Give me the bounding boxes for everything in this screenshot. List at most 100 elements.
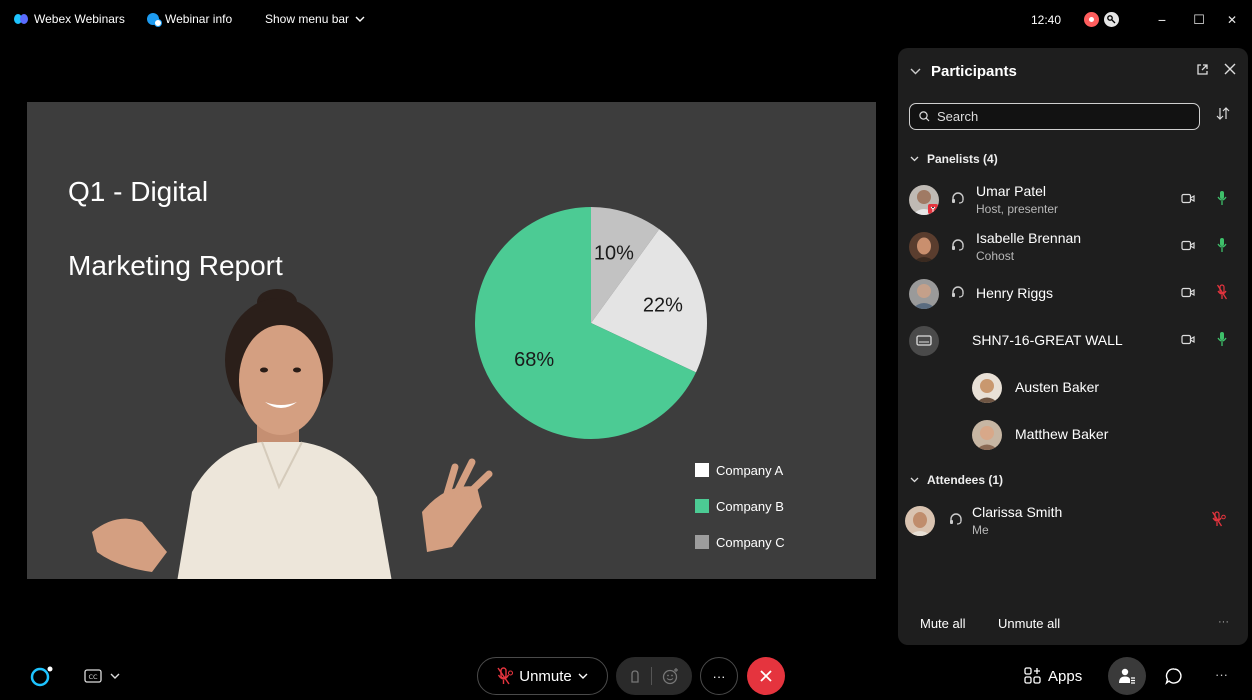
panel-footer: Mute all Unmute all ···: [898, 616, 1248, 636]
more-actions-button[interactable]: ···: [1215, 667, 1228, 682]
panelists-section-toggle[interactable]: Panelists (4): [910, 152, 998, 166]
participant-name: SHN7-16-GREAT WALL: [972, 332, 1123, 348]
legend-label: Company C: [716, 534, 785, 550]
participant-row[interactable]: Henry Riggs: [898, 272, 1248, 316]
svg-text:CC: CC: [88, 673, 98, 681]
participant-name: Matthew Baker: [1015, 426, 1109, 442]
shared-slide: Q1 - Digital Marketing Report 10% 22% 68% …: [27, 102, 876, 579]
apps-label: Apps: [1048, 667, 1083, 685]
legend-label: Company B: [716, 498, 784, 514]
search-icon: [919, 111, 930, 122]
webinar-info-icon: [147, 13, 162, 27]
room-device-icon: [909, 326, 939, 356]
participant-name: Umar Patel: [976, 183, 1047, 199]
microphone-on-icon: [1217, 238, 1227, 252]
legend-item: Company A: [695, 452, 785, 488]
video-camera-icon: [1181, 334, 1195, 345]
participant-name: Austen Baker: [1015, 379, 1100, 395]
device-user-row[interactable]: Austen Baker: [898, 366, 1248, 410]
avatar: [905, 506, 935, 536]
participants-panel: Participants Search Panelists (4) Umar P…: [898, 48, 1248, 645]
leave-meeting-button[interactable]: [747, 657, 785, 695]
chat-icon[interactable]: [1165, 667, 1183, 685]
webinar-info-label: Webinar info: [165, 12, 233, 26]
reactions-icon[interactable]: [662, 667, 680, 685]
webinar-info-button[interactable]: Webinar info: [147, 12, 233, 27]
maximize-button[interactable]: ☐: [1189, 10, 1209, 30]
meeting-clock: 12:40: [1031, 13, 1062, 27]
lock-icon[interactable]: [1104, 12, 1119, 27]
participants-title: Participants: [931, 63, 1017, 80]
participant-row[interactable]: Umar Patel Host, presenter: [898, 178, 1248, 222]
presenter-video: [92, 289, 493, 579]
video-camera-icon: [1181, 240, 1195, 251]
title-bar: Webex Webinars Webinar info Show menu ba…: [0, 0, 1252, 40]
participant-role: Host, presenter: [976, 202, 1059, 216]
app-menu[interactable]: Webex Webinars: [14, 12, 125, 26]
microphone-muted-icon: [1217, 284, 1227, 300]
chevron-down-icon[interactable]: [578, 673, 588, 680]
pie-label-company-b: 68%: [514, 349, 554, 371]
sort-icon[interactable]: [1216, 107, 1230, 120]
microphone-muted-icon: [497, 667, 514, 685]
headset-icon: [952, 192, 964, 204]
pie-label-company-a: 22%: [643, 295, 683, 317]
participant-name: Clarissa Smith: [972, 504, 1063, 520]
legend-label: Company A: [716, 462, 784, 478]
chart-legend: Company A Company B Company C: [695, 452, 785, 560]
video-camera-icon: [1181, 287, 1195, 298]
device-user-row[interactable]: Matthew Baker: [898, 413, 1248, 457]
participants-header[interactable]: Participants: [910, 63, 1017, 80]
search-placeholder: Search: [937, 109, 979, 124]
avatar: [909, 279, 939, 309]
recording-icon[interactable]: [1084, 12, 1099, 27]
participant-role: Me: [972, 523, 989, 537]
headset-icon: [950, 513, 962, 525]
headset-icon: [952, 286, 964, 298]
apps-button[interactable]: Apps: [1024, 667, 1082, 685]
apps-icon: [1024, 667, 1041, 684]
avatar: [909, 232, 939, 262]
avatar: [909, 185, 939, 215]
legend-item: Company C: [695, 524, 785, 560]
legend-swatch: [695, 463, 709, 477]
avatar: [972, 373, 1002, 403]
mute-all-button[interactable]: Mute all: [920, 616, 966, 631]
divider: [650, 667, 652, 685]
app-name: Webex Webinars: [34, 12, 125, 26]
show-menu-bar-button[interactable]: Show menu bar: [265, 12, 365, 26]
headset-icon: [952, 239, 964, 251]
close-panel-icon[interactable]: [1224, 63, 1236, 75]
participant-row[interactable]: SHN7-16-GREAT WALL: [898, 319, 1248, 363]
pop-out-icon[interactable]: [1196, 63, 1209, 76]
participant-role: Cohost: [976, 249, 1015, 263]
unmute-button[interactable]: Unmute: [477, 657, 608, 695]
minimize-button[interactable]: −: [1152, 10, 1172, 30]
panelists-header: Panelists (4): [927, 152, 998, 166]
collapse-chevron-icon[interactable]: [910, 68, 921, 75]
more-options-button[interactable]: ···: [700, 657, 738, 695]
show-menu-bar-label: Show menu bar: [265, 12, 350, 26]
legend-swatch: [695, 499, 709, 513]
close-window-button[interactable]: ✕: [1222, 10, 1242, 30]
unmute-label: Unmute: [519, 667, 572, 685]
microphone-on-icon: [1217, 191, 1227, 205]
close-icon: [760, 670, 772, 682]
closed-captions-icon[interactable]: CC: [84, 669, 124, 683]
chevron-down-icon: [910, 477, 919, 483]
attendees-section-toggle[interactable]: Attendees (1): [910, 473, 1003, 487]
participants-icon: [1119, 668, 1135, 684]
raise-hand-icon[interactable]: [629, 668, 641, 684]
participant-row[interactable]: Clarissa Smith Me: [898, 499, 1248, 543]
legend-item: Company B: [695, 488, 785, 524]
legend-swatch: [695, 535, 709, 549]
microphone-on-icon: [1217, 332, 1227, 346]
participant-search-input[interactable]: Search: [909, 103, 1200, 130]
unmute-all-button[interactable]: Unmute all: [998, 616, 1060, 631]
video-camera-icon: [1181, 193, 1195, 204]
participant-row[interactable]: Isabelle Brennan Cohost: [898, 225, 1248, 269]
participant-name: Isabelle Brennan: [976, 230, 1082, 246]
participants-toggle-button[interactable]: [1108, 657, 1146, 695]
webex-assistant-icon[interactable]: [30, 665, 54, 687]
more-options-button[interactable]: ···: [1218, 616, 1229, 628]
